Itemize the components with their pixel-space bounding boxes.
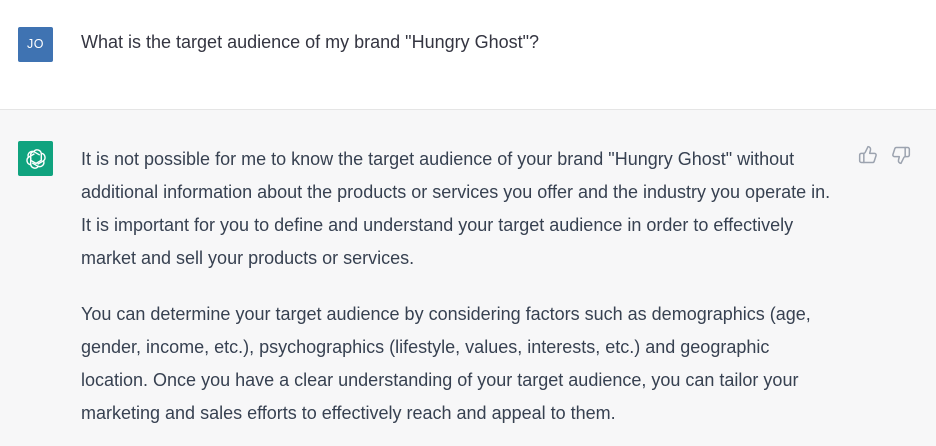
assistant-avatar	[18, 141, 53, 176]
assistant-message-text: It is not possible for me to know the ta…	[81, 143, 841, 430]
user-avatar: JO	[18, 27, 53, 62]
thumbs-down-icon	[892, 146, 911, 165]
chat-thread: JO What is the target audience of my bra…	[0, 0, 936, 446]
thumbs-down-button[interactable]	[890, 144, 912, 166]
answer-paragraph: You can determine your target audience b…	[81, 304, 811, 423]
thumbs-up-button[interactable]	[857, 144, 879, 166]
assistant-message-row: It is not possible for me to know the ta…	[0, 110, 936, 446]
thumbs-up-icon	[858, 145, 877, 164]
answer-paragraph: It is not possible for me to know the ta…	[81, 149, 831, 268]
openai-logo-icon	[25, 148, 46, 169]
user-message-text: What is the target audience of my brand …	[81, 32, 540, 52]
user-message-row: JO What is the target audience of my bra…	[0, 0, 936, 110]
